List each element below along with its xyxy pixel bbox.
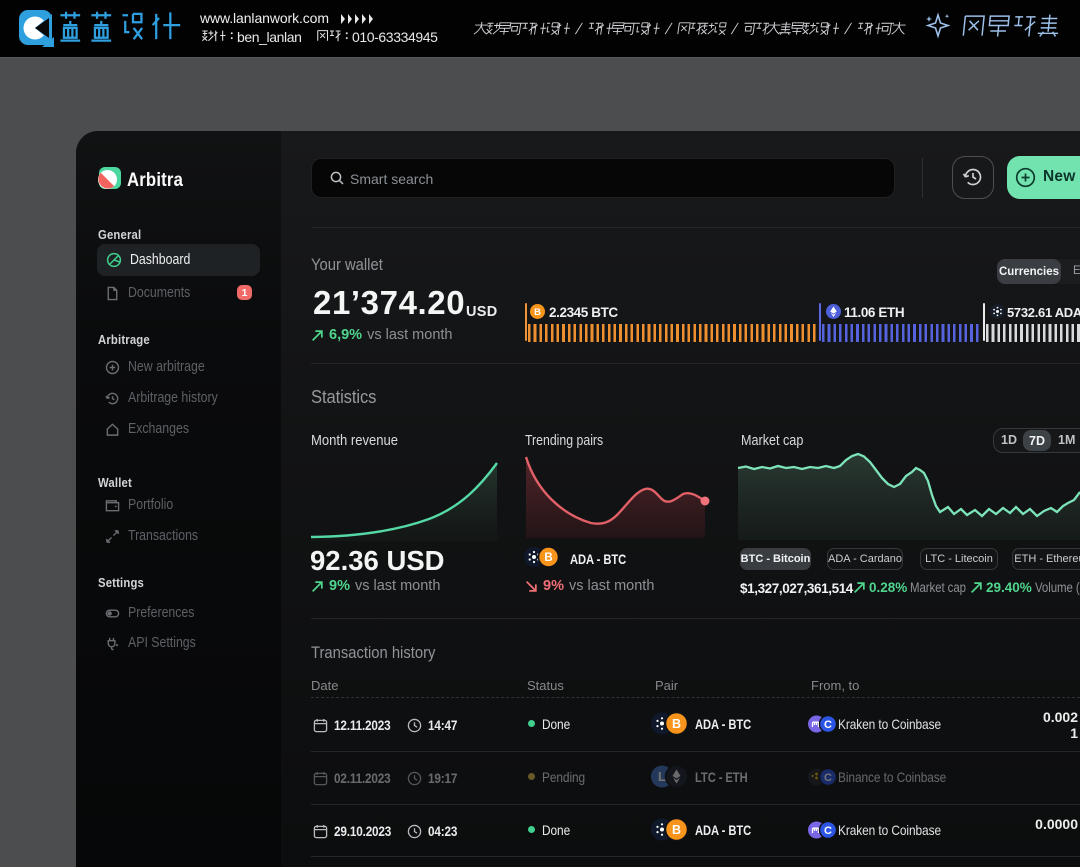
svg-text:B: B <box>672 717 681 731</box>
svg-text:C: C <box>824 719 832 731</box>
svg-text:B: B <box>534 307 541 318</box>
svg-text:C: C <box>824 772 832 784</box>
svg-text:B: B <box>544 552 552 564</box>
svg-text:C: C <box>824 825 832 837</box>
svg-text:B: B <box>672 823 681 837</box>
